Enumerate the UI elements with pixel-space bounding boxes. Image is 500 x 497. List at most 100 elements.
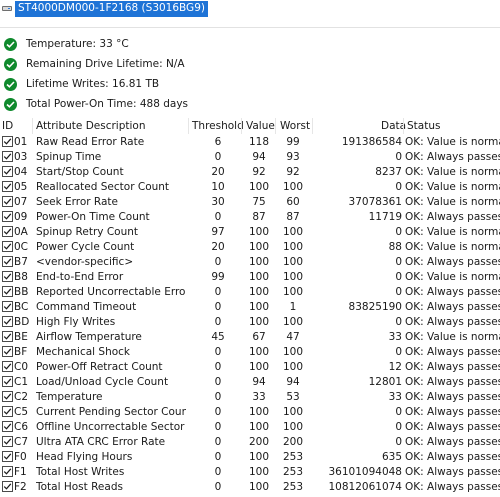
- table-row[interactable]: BC Command Timeout 0 100 1 83825190 OK: Always…: [0, 300, 500, 315]
- row-checkbox[interactable]: [2, 451, 13, 462]
- column-separator[interactable]: [312, 118, 313, 134]
- cell-data: 12: [388, 361, 402, 373]
- table-row[interactable]: BF Mechanical Shock 0 100 100 0 OK: Always pas…: [0, 345, 500, 360]
- table-row[interactable]: C2 Temperature 0 33 53 33 OK: Always passes: [0, 390, 500, 405]
- table-row[interactable]: C6 Offline Uncorrectable Sector Co... 0 100…: [0, 420, 500, 435]
- cell-description: Seek Error Rate: [36, 196, 119, 208]
- table-row[interactable]: B8 End-to-End Error 99 100 100 0 OK: Value is …: [0, 270, 500, 285]
- row-checkbox[interactable]: [2, 301, 13, 312]
- column-header-worst[interactable]: Worst: [280, 120, 310, 132]
- row-checkbox[interactable]: [2, 376, 13, 387]
- row-checkbox[interactable]: [2, 421, 13, 432]
- cell-worst: 100: [282, 361, 304, 373]
- table-row[interactable]: 01 Raw Read Error Rate 6 118 99 191386584 OK: …: [0, 135, 500, 150]
- row-checkbox[interactable]: [2, 166, 13, 177]
- cell-data: 10812061074: [328, 481, 403, 493]
- cell-description: Total Host Reads: [36, 481, 123, 493]
- table-row[interactable]: 0C Power Cycle Count 20 100 100 88 OK: Value i…: [0, 240, 500, 255]
- table-row[interactable]: C0 Power-Off Retract Count 0 100 100 12 OK: Al…: [0, 360, 500, 375]
- cell-value: 100: [248, 361, 270, 373]
- cell-threshold: 0: [214, 301, 222, 313]
- cell-description: Offline Uncorrectable Sector Co...: [36, 421, 186, 433]
- table-row[interactable]: C5 Current Pending Sector Count 0 100 100 0 OK…: [0, 405, 500, 420]
- row-checkbox[interactable]: [2, 256, 13, 267]
- table-row[interactable]: F2 Total Host Reads 0 100 253 10812061074 OK: …: [0, 480, 500, 495]
- cell-threshold: 0: [214, 286, 222, 298]
- column-header-id[interactable]: ID: [2, 120, 13, 132]
- drive-title[interactable]: ST4000DM000-1F2168 (S3016BG9): [15, 0, 208, 17]
- column-separator[interactable]: [403, 118, 404, 134]
- table-row[interactable]: 03 Spinup Time 0 94 93 0 OK: Always passes: [0, 150, 500, 165]
- row-checkbox[interactable]: [2, 241, 13, 252]
- table-row[interactable]: BE Airflow Temperature 45 67 47 33 OK: Value i…: [0, 330, 500, 345]
- cell-worst: 100: [282, 256, 304, 268]
- cell-worst: 200: [282, 436, 304, 448]
- cell-value: 100: [248, 421, 270, 433]
- cell-value: 100: [248, 226, 270, 238]
- table-row[interactable]: F1 Total Host Writes 0 100 253 36101094048 OK:…: [0, 465, 500, 480]
- row-checkbox[interactable]: [2, 271, 13, 282]
- cell-description: Power Cycle Count: [36, 241, 135, 253]
- column-header-status[interactable]: Status: [407, 120, 440, 132]
- cell-id: B7: [14, 256, 28, 268]
- cell-threshold: 0: [214, 451, 222, 463]
- row-checkbox[interactable]: [2, 181, 13, 192]
- column-separator[interactable]: [32, 118, 33, 134]
- cell-threshold: 0: [214, 151, 222, 163]
- table-row[interactable]: 04 Start/Stop Count 20 92 92 8237 OK: Value is…: [0, 165, 500, 180]
- row-checkbox[interactable]: [2, 316, 13, 327]
- row-checkbox[interactable]: [2, 211, 13, 222]
- cell-id: C1: [14, 376, 29, 388]
- table-row[interactable]: 05 Reallocated Sector Count 10 100 100 0 OK: V…: [0, 180, 500, 195]
- table-row[interactable]: BB Reported Uncorrectable Errors 0 100 100 0 O…: [0, 285, 500, 300]
- cell-id: B8: [14, 271, 28, 283]
- cell-value: 100: [248, 241, 270, 253]
- table-row[interactable]: 09 Power-On Time Count 0 87 87 11719 OK: Alway…: [0, 210, 500, 225]
- cell-data: 11719: [368, 211, 402, 223]
- check-circle-icon: [4, 77, 17, 91]
- cell-id: 04: [14, 166, 28, 178]
- cell-threshold: 0: [214, 466, 222, 478]
- cell-status: OK: Value is normal: [405, 226, 500, 238]
- row-checkbox[interactable]: [2, 466, 13, 477]
- column-separator[interactable]: [275, 118, 276, 134]
- row-checkbox[interactable]: [2, 346, 13, 357]
- cell-value: 94: [252, 151, 266, 163]
- cell-value: 100: [248, 181, 270, 193]
- cell-description: Power-Off Retract Count: [36, 361, 163, 373]
- summary-item: Remaining Drive Lifetime: N/A: [4, 56, 185, 72]
- cell-worst: 100: [282, 406, 304, 418]
- row-checkbox[interactable]: [2, 286, 13, 297]
- column-header-description[interactable]: Attribute Description: [36, 120, 146, 132]
- column-separator[interactable]: [188, 118, 189, 134]
- row-checkbox[interactable]: [2, 136, 13, 147]
- cell-id: C5: [14, 406, 29, 418]
- drive-header[interactable]: ST4000DM000-1F2168 (S3016BG9): [0, 0, 208, 17]
- row-checkbox[interactable]: [2, 361, 13, 372]
- table-row[interactable]: 0A Spinup Retry Count 97 100 100 0 OK: Value i…: [0, 225, 500, 240]
- row-checkbox[interactable]: [2, 436, 13, 447]
- row-checkbox[interactable]: [2, 196, 13, 207]
- table-row[interactable]: C7 Ultra ATA CRC Error Rate 0 200 200 0 OK: Al…: [0, 435, 500, 450]
- cell-status: OK: Value is normal: [405, 271, 500, 283]
- row-checkbox[interactable]: [2, 391, 13, 402]
- table-row[interactable]: BD High Fly Writes 0 100 100 0 OK: Always pass…: [0, 315, 500, 330]
- table-header: ID Attribute Description Threshold Value…: [0, 118, 500, 134]
- table-row[interactable]: B7 <vendor-specific> 0 100 100 0 OK: Always pa…: [0, 255, 500, 270]
- summary-item: Temperature: 33 °C: [4, 36, 129, 52]
- column-header-threshold[interactable]: Threshold: [192, 120, 244, 132]
- row-checkbox[interactable]: [2, 226, 13, 237]
- row-checkbox[interactable]: [2, 331, 13, 342]
- table-row[interactable]: F0 Head Flying Hours 0 100 253 635 OK: Always …: [0, 450, 500, 465]
- cell-id: C6: [14, 421, 29, 433]
- cell-worst: 47: [286, 331, 300, 343]
- cell-worst: 93: [286, 151, 300, 163]
- row-checkbox[interactable]: [2, 481, 13, 492]
- column-header-value[interactable]: Value: [246, 120, 275, 132]
- cell-threshold: 0: [214, 346, 222, 358]
- row-checkbox[interactable]: [2, 151, 13, 162]
- column-separator[interactable]: [241, 118, 242, 134]
- table-row[interactable]: 07 Seek Error Rate 30 75 60 37078361 OK: Value…: [0, 195, 500, 210]
- row-checkbox[interactable]: [2, 406, 13, 417]
- table-row[interactable]: C1 Load/Unload Cycle Count 0 94 94 12801 OK: A…: [0, 375, 500, 390]
